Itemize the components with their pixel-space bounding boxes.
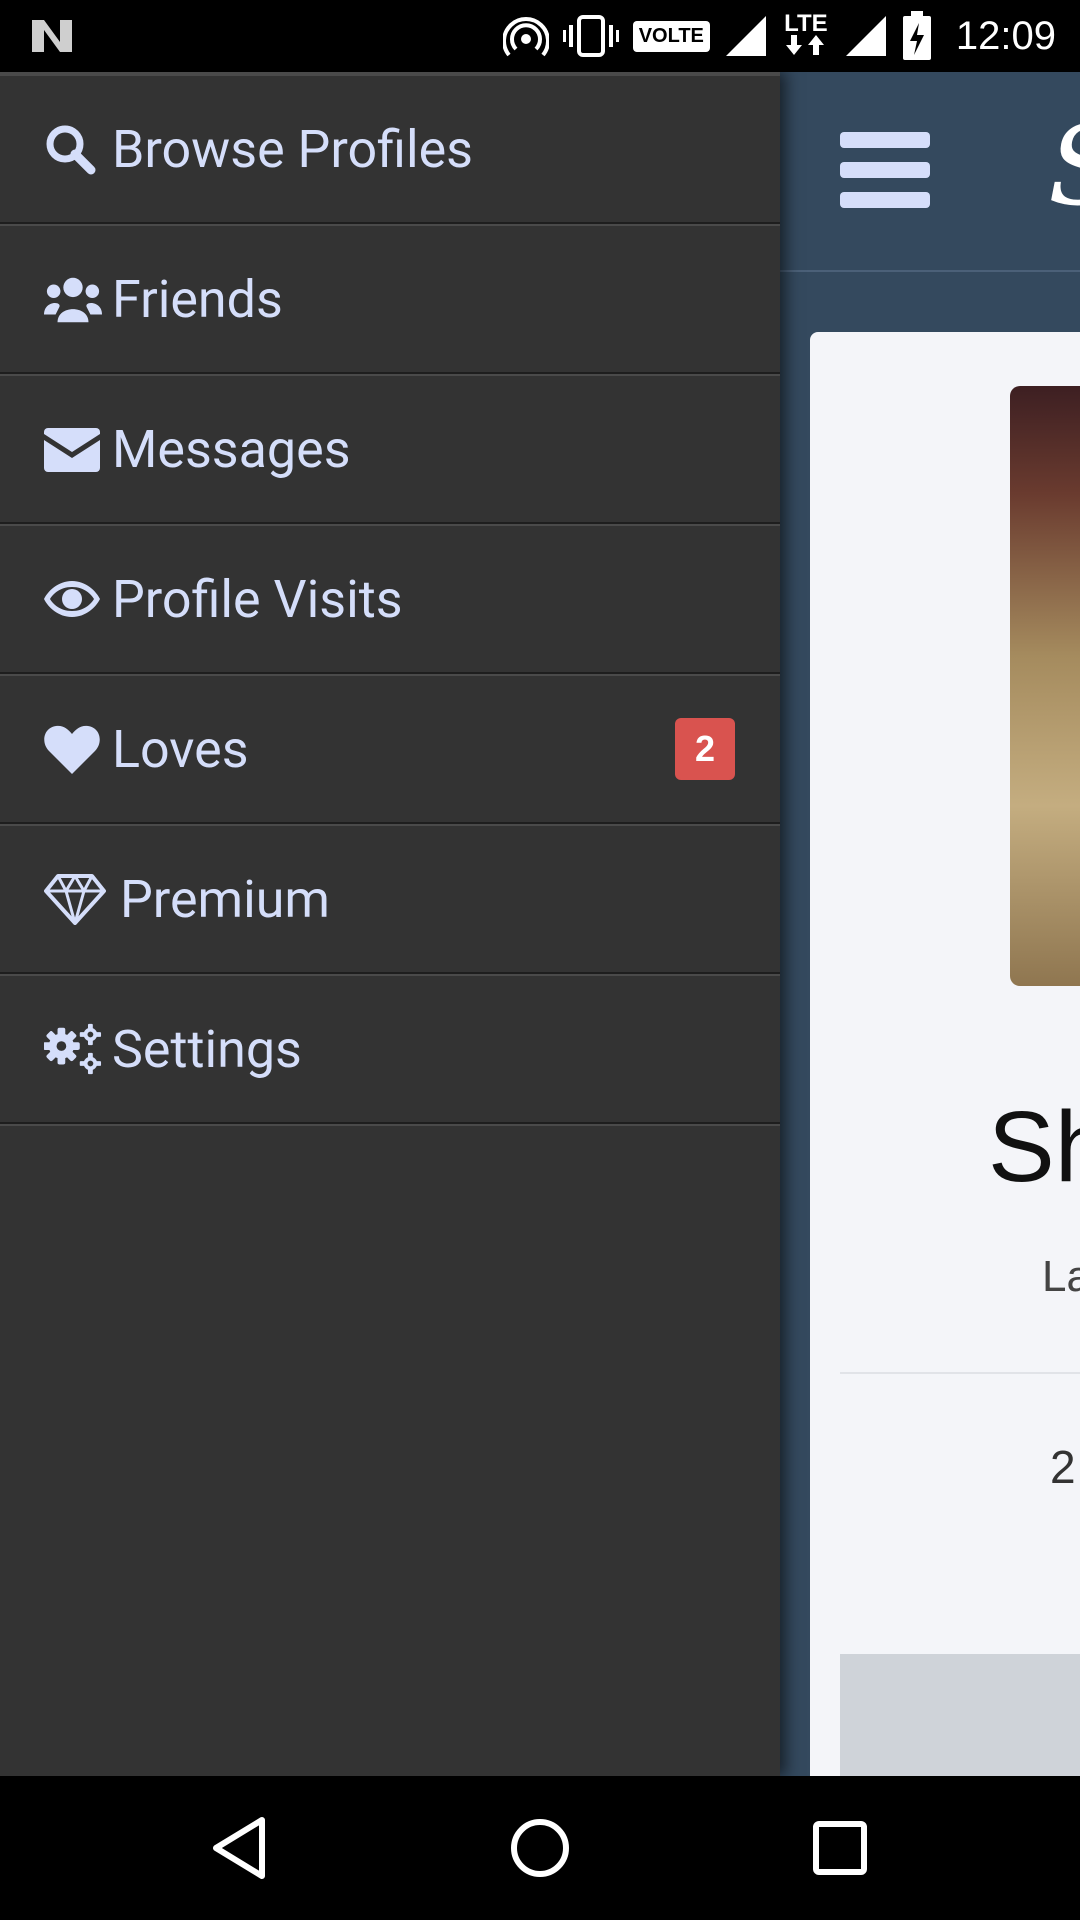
gears-icon [44, 1020, 102, 1078]
nav-label: Messages [112, 418, 351, 480]
profile-card: Sh La 2 [810, 332, 1080, 1776]
recents-icon[interactable] [804, 1812, 876, 1884]
nav-item-profile-visits[interactable]: Profile Visits [0, 526, 780, 674]
status-bar: VOLTE LTE 12:09 [0, 0, 1080, 72]
nav-label: Settings [112, 1018, 302, 1080]
clock: 12:09 [955, 13, 1056, 58]
nav-label: Loves [112, 718, 249, 780]
divider [840, 1372, 1080, 1374]
lte-icon: LTE [782, 12, 830, 59]
nav-label: Profile Visits [112, 568, 403, 630]
loves-count-badge: 2 [675, 718, 735, 780]
vibrate-icon [562, 15, 619, 57]
heart-icon [44, 720, 102, 778]
profile-stat: 2 [1050, 1441, 1076, 1493]
volte-icon: VOLTE [632, 20, 710, 52]
nav-item-loves[interactable]: Loves 2 [0, 676, 780, 824]
profile-photo[interactable] [1010, 386, 1080, 986]
card-footer [840, 1654, 1080, 1776]
diamond-icon [44, 870, 110, 928]
profile-subtitle: La [1042, 1252, 1080, 1301]
battery-charging-icon [902, 11, 931, 60]
app-header: S [780, 72, 1080, 272]
n-icon [32, 20, 72, 52]
app-logo: S [1048, 102, 1080, 230]
back-icon[interactable] [204, 1812, 276, 1884]
nav-item-messages[interactable]: Messages [0, 376, 780, 524]
nav-item-browse-profiles[interactable]: Browse Profiles [0, 76, 780, 224]
signal-icon [845, 16, 886, 56]
profile-name: Sh [988, 1091, 1080, 1203]
nav-label: Browse Profiles [112, 118, 474, 180]
eye-icon [44, 570, 102, 628]
search-icon [44, 120, 102, 178]
nav-item-settings[interactable]: Settings [0, 976, 780, 1124]
navigation-drawer: Browse Profiles Friends Messages Profile… [0, 72, 780, 1776]
system-navigation-bar [0, 1776, 1080, 1920]
home-icon[interactable] [504, 1812, 576, 1884]
lte-arrows-icon [785, 35, 824, 55]
nav-item-premium[interactable]: Premium [0, 826, 780, 974]
envelope-icon [44, 420, 102, 478]
signal-icon [725, 16, 766, 56]
nav-item-friends[interactable]: Friends [0, 226, 780, 374]
nav-label: Premium [120, 868, 331, 930]
app-background: S Sh La 2 [780, 72, 1080, 1776]
nav-label: Friends [112, 268, 283, 330]
users-icon [44, 270, 102, 328]
menu-icon[interactable] [840, 132, 930, 208]
hotspot-icon [502, 17, 549, 57]
